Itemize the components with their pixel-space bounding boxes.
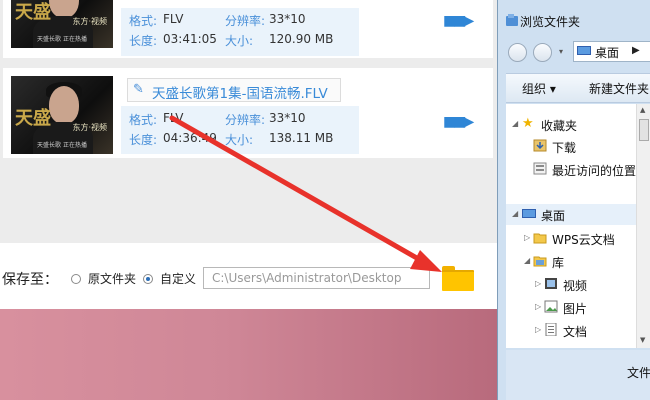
organize-menu[interactable]: 组织 ▾ xyxy=(522,80,556,97)
download-icon xyxy=(533,139,547,152)
new-folder-button[interactable]: 新建文件夹 xyxy=(589,80,649,97)
tree-item-favorites[interactable]: ◢ ★ 收藏夹 xyxy=(506,114,636,135)
browse-folder-button[interactable] xyxy=(442,266,474,291)
original-folder-label[interactable]: 原文件夹 xyxy=(88,270,136,287)
custom-label[interactable]: 自定义 xyxy=(160,270,196,287)
breadcrumb-item[interactable]: 桌面 xyxy=(595,44,619,61)
tree-item-documents[interactable]: ▷ 文档 xyxy=(506,320,636,341)
tree-item-wps-cloud[interactable]: ▷ WPS云文档 xyxy=(506,228,636,249)
library-icon xyxy=(533,256,547,267)
duration-value: 03:41:05 xyxy=(163,32,217,46)
tree-item-downloads[interactable]: 下载 xyxy=(506,136,636,157)
star-icon: ★ xyxy=(522,116,534,131)
breadcrumb[interactable]: 桌面 ▶ xyxy=(573,41,650,62)
collapse-arrow-icon[interactable]: ◢ xyxy=(512,119,518,128)
browse-folder-dialog: 浏览文件夹 ▾ 桌面 ▶ 组织 ▾ 新建文件夹 ◢ ★ 收藏夹 下载 最近访问的… xyxy=(497,0,650,400)
breadcrumb-arrow-icon[interactable]: ▶ xyxy=(632,45,640,56)
expand-arrow-icon[interactable]: ▷ xyxy=(535,279,541,288)
folder-icon xyxy=(533,233,547,244)
scroll-up-icon[interactable]: ▲ xyxy=(640,106,645,114)
dialog-footer: 文件 xyxy=(506,350,650,400)
size-label: 大小: xyxy=(225,133,254,147)
radio-custom[interactable] xyxy=(143,274,153,284)
dialog-toolbar: 组织 ▾ 新建文件夹 xyxy=(506,73,650,103)
size-label: 大小: xyxy=(225,34,254,48)
edit-pencil-icon[interactable]: ✎ xyxy=(133,82,144,97)
file-title-field[interactable]: ✎ 天盛长歌第1集-国语流畅.FLV xyxy=(127,78,341,102)
recent-icon xyxy=(533,162,547,175)
format-value: FLV xyxy=(163,12,184,26)
resolution-value: 33*10 xyxy=(269,12,306,26)
dialog-title: 浏览文件夹 xyxy=(520,15,581,29)
folder-tree: ◢ ★ 收藏夹 下载 最近访问的位置 ◢ 桌面 ▷ WPS云文档 ◢ 库 ▷ 视… xyxy=(506,104,636,348)
duration-label: 长度: xyxy=(129,133,158,147)
back-button[interactable] xyxy=(508,43,527,62)
duration-label: 长度: xyxy=(129,34,158,48)
file-card-1[interactable]: 天盛 东方·视频 天盛长歌 正在热播 格式: FLV 分辨率: 33*10 长度… xyxy=(3,0,493,58)
expand-arrow-icon[interactable]: ▷ xyxy=(535,325,541,334)
desktop-icon xyxy=(577,46,591,55)
tree-item-recent[interactable]: 最近访问的位置 xyxy=(506,159,636,180)
forward-button[interactable] xyxy=(533,43,552,62)
video-icon xyxy=(545,278,557,289)
resolution-label: 分辨率: xyxy=(225,14,266,28)
tree-scrollbar[interactable]: ▲ ▼ xyxy=(636,104,650,348)
dialog-app-icon xyxy=(506,14,518,26)
save-to-label: 保存至： xyxy=(2,272,58,288)
expand-arrow-icon[interactable]: ▷ xyxy=(524,233,530,242)
format-value: FLV xyxy=(163,111,184,125)
tree-item-pictures[interactable]: ▷ 图片 xyxy=(506,297,636,318)
collapse-arrow-icon[interactable]: ◢ xyxy=(524,256,530,265)
scroll-down-icon[interactable]: ▼ xyxy=(640,336,645,344)
format-label: 格式: xyxy=(129,113,158,127)
save-path-input[interactable]: C:\Users\Administrator\Desktop xyxy=(203,267,430,289)
app-footer-background xyxy=(0,309,500,400)
history-dropdown-icon[interactable]: ▾ xyxy=(559,47,563,56)
convert-arrow-icon: ■■▶ xyxy=(443,114,474,130)
size-value: 138.11 MB xyxy=(269,131,334,145)
resolution-value: 33*10 xyxy=(269,111,306,125)
file-card-2[interactable]: 天盛 东方·视频 天盛长歌 正在热播 ✎ 天盛长歌第1集-国语流畅.FLV 格式… xyxy=(3,68,493,158)
size-value: 120.90 MB xyxy=(269,32,334,46)
save-bar: 保存至： 原文件夹 自定义 C:\Users\Administrator\Des… xyxy=(0,243,500,309)
tree-item-library[interactable]: ◢ 库 xyxy=(506,251,636,272)
file-title: 天盛长歌第1集-国语流畅.FLV xyxy=(152,86,328,102)
video-thumbnail: 天盛 东方·视频 天盛长歌 正在热播 xyxy=(11,76,113,154)
radio-original-folder[interactable] xyxy=(71,274,81,284)
expand-arrow-icon[interactable]: ▷ xyxy=(535,302,541,311)
resolution-label: 分辨率: xyxy=(225,113,266,127)
desktop-icon xyxy=(522,209,536,218)
document-icon xyxy=(545,323,557,336)
format-label: 格式: xyxy=(129,14,158,28)
video-thumbnail: 天盛 东方·视频 天盛长歌 正在热播 xyxy=(11,0,113,48)
converter-app: 天盛 东方·视频 天盛长歌 正在热播 格式: FLV 分辨率: 33*10 长度… xyxy=(0,0,500,400)
duration-value: 04:36:49 xyxy=(163,131,217,145)
collapse-arrow-icon[interactable]: ◢ xyxy=(512,209,518,218)
image-icon xyxy=(544,300,558,313)
tree-item-videos[interactable]: ▷ 视频 xyxy=(506,274,636,295)
tree-item-desktop[interactable]: ◢ 桌面 xyxy=(506,204,636,225)
folder-name-label: 文件 xyxy=(626,366,650,380)
convert-arrow-icon: ■■▶ xyxy=(443,13,474,29)
scrollbar-thumb[interactable] xyxy=(639,119,649,141)
